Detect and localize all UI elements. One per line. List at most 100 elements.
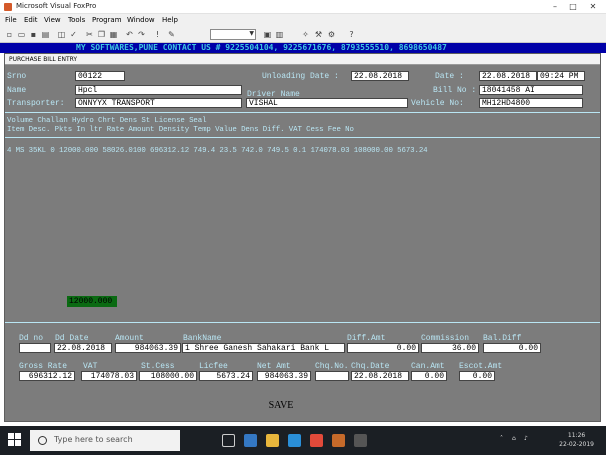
total-volume-display: 12000.000: [67, 296, 117, 307]
print-icon[interactable]: ▤: [40, 29, 51, 40]
menu-tools[interactable]: Tools: [68, 16, 85, 24]
licfee-label: Licfee: [199, 362, 228, 371]
maximize-button[interactable]: □: [566, 1, 580, 12]
foxpro-taskbar-icon[interactable]: [332, 434, 345, 447]
grid-header-line-1: Volume Challan Hydro Chrt Dens St Licens…: [7, 117, 207, 125]
cut-icon[interactable]: ✂: [84, 29, 95, 40]
store-icon[interactable]: [288, 434, 301, 447]
run-icon[interactable]: !: [152, 29, 163, 40]
net-amt-label: Net Amt: [257, 362, 291, 371]
minimize-button[interactable]: –: [548, 1, 562, 12]
taskbar-search-input[interactable]: Type here to search: [30, 430, 180, 451]
dd-date-field[interactable]: 22.08.2018: [54, 343, 112, 353]
grid-header-divider: [5, 137, 600, 138]
can-amt-field[interactable]: 0.00: [411, 371, 447, 381]
dd-date-label: Dd Date: [55, 334, 89, 343]
save-disk-icon[interactable]: ▪: [28, 29, 39, 40]
chq-no-label: Chq.No.: [315, 362, 349, 371]
bal-diff-label: Bal.Diff: [483, 334, 522, 343]
date-label: Date :: [435, 72, 464, 81]
bankname-field[interactable]: 1 Shree Ganesh Sahakari Bank L: [182, 343, 345, 353]
new-file-icon[interactable]: ▫: [4, 29, 15, 40]
name-label: Name: [7, 86, 27, 95]
command-window-icon[interactable]: ▣: [262, 29, 273, 40]
menu-help[interactable]: Help: [162, 16, 178, 24]
bill-no-field[interactable]: 18041458 AI: [479, 85, 583, 95]
chq-date-field[interactable]: 22.08.2018: [351, 371, 409, 381]
commission-field[interactable]: 36.00: [421, 343, 479, 353]
can-amt-label: Can.Amt: [411, 362, 445, 371]
name-field[interactable]: Hpcl: [75, 85, 242, 95]
foxpro-app-icon: [4, 3, 12, 11]
volume-icon[interactable]: ♪: [524, 435, 528, 442]
amount-field[interactable]: 984063.39: [115, 343, 181, 353]
vat-field[interactable]: 174078.03: [81, 371, 137, 381]
system-clock[interactable]: 11:26 22-02-2019: [559, 431, 594, 449]
commission-label: Commission: [421, 334, 470, 343]
copy-icon[interactable]: ❐: [96, 29, 107, 40]
save-button[interactable]: SAVE: [261, 399, 301, 413]
form-title: PURCHASE BILL ENTRY: [5, 54, 600, 65]
escot-amt-field[interactable]: 0.00: [459, 371, 495, 381]
search-placeholder: Type here to search: [54, 435, 133, 444]
help-icon[interactable]: ?: [346, 29, 357, 40]
menu-program[interactable]: Program: [92, 16, 122, 24]
file-explorer-icon[interactable]: [266, 434, 279, 447]
date-field[interactable]: 22.08.2018: [479, 71, 537, 81]
chrome-icon[interactable]: [310, 434, 323, 447]
undo-icon[interactable]: ↶: [124, 29, 135, 40]
gross-rate-field[interactable]: 696312.12: [19, 371, 75, 381]
wizard-icon[interactable]: ✧: [300, 29, 311, 40]
builder-icon[interactable]: ⚙: [326, 29, 337, 40]
grid-top-divider: [5, 112, 600, 113]
menu-view[interactable]: View: [44, 16, 61, 24]
vehicle-no-field[interactable]: MH12HD4800: [479, 98, 583, 108]
menu-file[interactable]: File: [5, 16, 17, 24]
table-row[interactable]: 4 MS 35KL 0 12000.000 58026.0100 696312.…: [7, 147, 428, 156]
spell-check-icon[interactable]: ✓: [68, 29, 79, 40]
time-field[interactable]: 09:24 PM: [537, 71, 585, 81]
window-title: Microsoft Visual FoxPro: [16, 2, 97, 10]
print-preview-icon[interactable]: ◫: [56, 29, 67, 40]
net-amt-field[interactable]: 984063.39: [257, 371, 311, 381]
cortana-circle-icon: [38, 436, 47, 445]
unloading-date-label: Unloading Date :: [262, 72, 339, 81]
srno-label: Srno: [7, 72, 27, 81]
windows-start-icon[interactable]: [8, 433, 22, 447]
bottom-divider: [5, 322, 600, 323]
edge-browser-icon[interactable]: [244, 434, 257, 447]
licfee-field[interactable]: 5673.24: [199, 371, 253, 381]
bill-no-label: Bill No :: [433, 86, 477, 95]
data-session-icon[interactable]: ▥: [274, 29, 285, 40]
toolbox-icon[interactable]: ⚒: [313, 29, 324, 40]
modify-icon[interactable]: ✎: [166, 29, 177, 40]
bal-diff-field[interactable]: 0.00: [483, 343, 541, 353]
clock-date: 22-02-2019: [559, 441, 594, 448]
app-taskbar-icon[interactable]: [354, 434, 367, 447]
vat-label: VAT: [83, 362, 98, 371]
srno-field[interactable]: 00122: [75, 71, 125, 81]
clock-time: 11:26: [567, 432, 586, 439]
open-folder-icon[interactable]: ▭: [16, 29, 27, 40]
chq-no-field[interactable]: [315, 371, 349, 381]
driver-name-field[interactable]: VISHAL: [246, 98, 408, 108]
tray-chevron-icon[interactable]: ˄: [500, 435, 503, 442]
title-bar: Microsoft Visual FoxPro – □ ✕: [0, 0, 606, 14]
amount-label: Amount: [115, 334, 144, 343]
st-cess-field[interactable]: 108000.00: [139, 371, 197, 381]
dd-no-field[interactable]: [19, 343, 51, 353]
menu-edit[interactable]: Edit: [24, 16, 38, 24]
unloading-date-field[interactable]: 22.08.2018: [351, 71, 409, 81]
paste-icon[interactable]: ▦: [108, 29, 119, 40]
transporter-label: Transporter:: [7, 99, 65, 108]
close-button[interactable]: ✕: [586, 1, 600, 12]
redo-icon[interactable]: ↷: [136, 29, 147, 40]
dd-no-label: Dd no: [19, 334, 44, 343]
toolbar-combo-box[interactable]: ▼: [210, 29, 256, 40]
menu-window[interactable]: Window: [127, 16, 155, 24]
transporter-field[interactable]: ONNYYX TRANSPORT: [75, 98, 242, 108]
diff-amt-field[interactable]: 0.00: [347, 343, 419, 353]
network-icon[interactable]: ⌂: [512, 435, 516, 442]
task-view-icon[interactable]: [222, 434, 235, 447]
grid-header-line-2: Item Desc. Pkts In ltr Rate Amount Densi…: [7, 126, 354, 134]
